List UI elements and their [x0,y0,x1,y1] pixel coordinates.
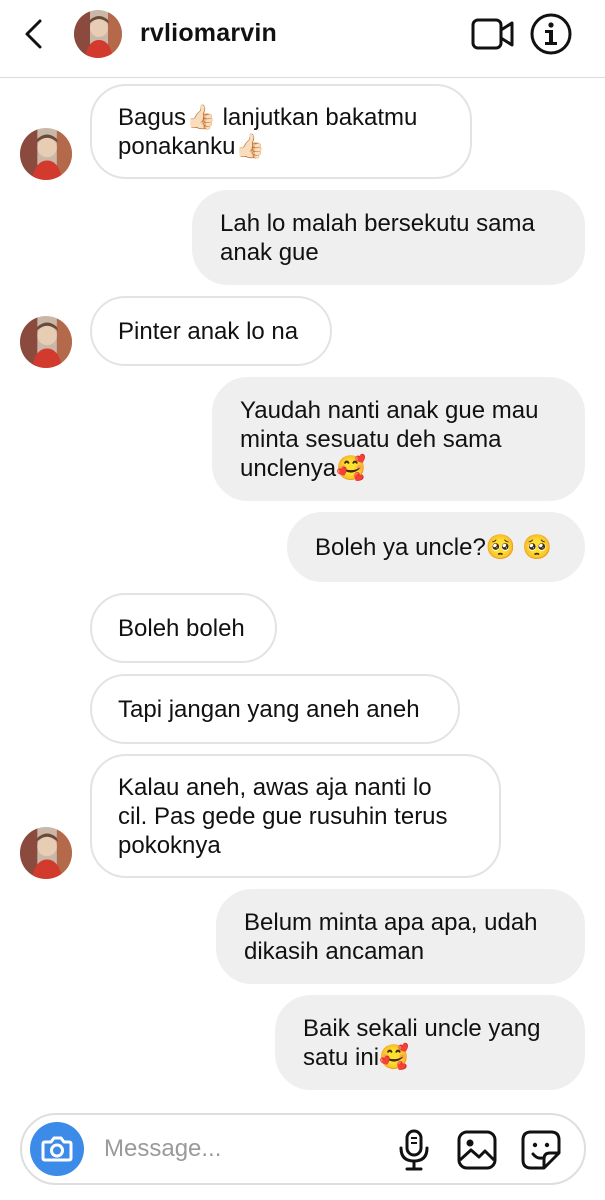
received-message-bubble[interactable]: Kalau aneh, awas aja nanti lo cil. Pas g… [90,754,501,878]
received-message-bubble[interactable]: Boleh boleh [90,593,277,663]
chat-header: rvliomarvin [0,0,605,78]
received-message-bubble[interactable]: Bagus👍🏻 lanjutkan bakatmu ponakanku👍🏻 [90,84,472,179]
info-icon [530,13,572,55]
sender-avatar[interactable] [20,827,72,879]
video-call-icon [471,18,514,50]
sticker-icon [521,1130,561,1170]
microphone-icon [399,1129,429,1171]
received-message-bubble[interactable]: Tapi jangan yang aneh aneh [90,674,460,744]
profile-photo [20,827,72,879]
info-button[interactable] [529,12,573,56]
profile-photo [20,316,72,368]
sent-message-bubble[interactable]: Yaudah nanti anak gue mau minta sesuatu … [212,377,585,501]
received-message-bubble[interactable]: Pinter anak lo na [90,296,332,366]
message-composer [20,1113,586,1185]
sender-avatar[interactable] [20,316,72,368]
voice-message-button[interactable] [396,1129,432,1171]
video-call-button[interactable] [470,14,516,54]
camera-button[interactable] [30,1122,84,1176]
profile-photo [74,10,122,58]
gallery-button[interactable] [456,1129,498,1171]
sent-message-bubble[interactable]: Lah lo malah bersekutu sama anak gue [192,190,585,285]
back-button[interactable] [16,16,52,52]
chat-username[interactable]: rvliomarvin [140,19,277,48]
gallery-icon [457,1130,497,1170]
sticker-button[interactable] [520,1129,562,1171]
sender-avatar[interactable] [20,128,72,180]
profile-photo [20,128,72,180]
header-avatar[interactable] [74,10,122,58]
sent-message-bubble[interactable]: Baik sekali uncle yang satu ini🥰 [275,995,585,1090]
sent-message-bubble[interactable]: Boleh ya uncle?🥺 🥺 [287,512,585,582]
sent-message-bubble[interactable]: Belum minta apa apa, udah dikasih ancama… [216,889,585,984]
chevron-left-icon [25,19,42,49]
camera-icon [41,1136,73,1162]
message-input[interactable] [104,1129,384,1169]
